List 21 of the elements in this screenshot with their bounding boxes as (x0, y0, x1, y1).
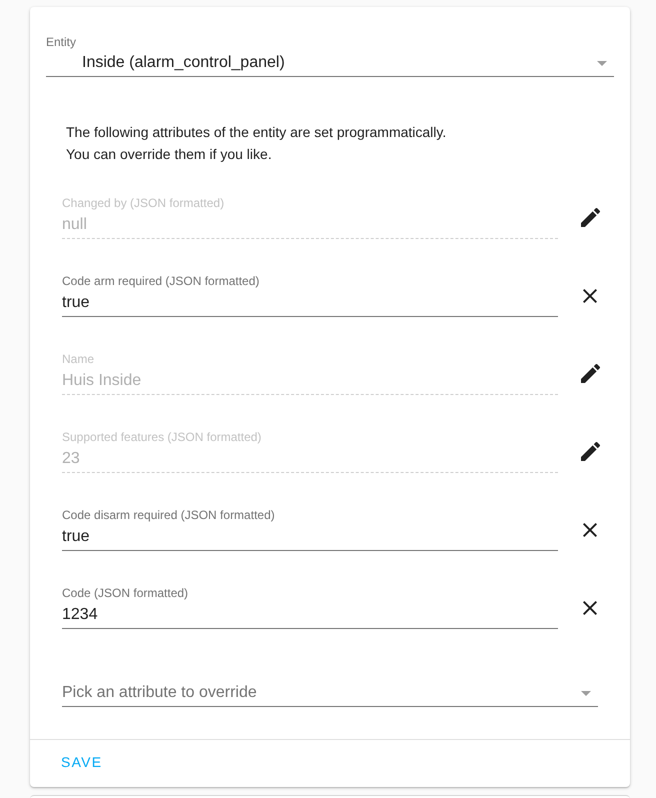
caret-icon (581, 690, 591, 696)
entity-dropdown[interactable]: Inside (alarm_control_panel) (46, 50, 614, 77)
close-icon[interactable] (583, 600, 597, 614)
description-text: The following attributes of the entity are set programmatically. You can override them if you like. (66, 123, 446, 164)
close-icon[interactable] (583, 522, 597, 536)
field-label: Name (62, 352, 94, 366)
field-label: Code disarm required (JSON formatted) (62, 508, 275, 522)
close-icon[interactable] (583, 288, 597, 302)
field-label: Supported features (JSON formatted) (62, 430, 262, 444)
json-input-field: Huis Inside (62, 367, 558, 395)
field-label: Entity (46, 35, 76, 49)
json-input-field: 23 (62, 445, 558, 473)
json-input-field[interactable]: true (62, 289, 558, 317)
field-label: Changed by (JSON formatted) (62, 196, 224, 210)
attribute-dropdown[interactable]: Pick an attribute to override (62, 680, 598, 707)
field-label: Code (JSON formatted) (62, 586, 188, 600)
caret-icon (597, 60, 607, 66)
json-input-field[interactable]: 1234 (62, 601, 558, 629)
field-label: Code arm required (JSON formatted) (62, 274, 260, 288)
json-input-field[interactable]: true (62, 523, 558, 551)
json-input-field: null (62, 211, 558, 239)
